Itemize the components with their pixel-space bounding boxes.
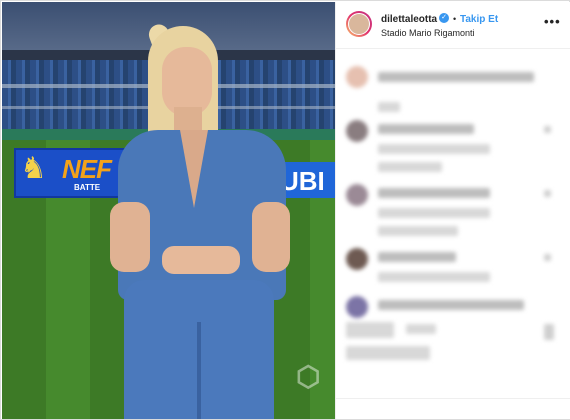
post-header: dilettaleotta ✓ • Takip Et Stadio Mario … — [336, 2, 570, 49]
like-heart-icon[interactable] — [544, 254, 551, 261]
more-options-icon[interactable]: ••• — [544, 14, 561, 29]
sponsor-board-left: ♞ NEF BATTE — [14, 148, 126, 198]
person-arm-right — [252, 202, 290, 272]
comment-avatar — [346, 66, 368, 88]
lion-logo-icon: ♞ — [20, 152, 47, 185]
like-heart-icon[interactable] — [544, 190, 551, 197]
comment-line — [378, 226, 458, 236]
comment-line — [378, 252, 456, 262]
comment-line — [346, 322, 394, 338]
comment-line — [406, 324, 436, 334]
post-photo[interactable]: ♞ NEF BATTE UBI ⬡ — [2, 2, 335, 419]
comment-line — [378, 208, 490, 218]
comment-line — [378, 102, 400, 112]
comment-line — [378, 188, 490, 198]
comment-line — [378, 144, 490, 154]
like-heart-icon[interactable] — [544, 126, 551, 133]
comment-line — [378, 300, 524, 310]
comment-line — [378, 272, 490, 282]
avatar[interactable] — [346, 11, 372, 37]
comment-line — [378, 124, 474, 134]
follow-button[interactable]: Takip Et — [460, 14, 498, 25]
post-side-panel: dilettaleotta ✓ • Takip Et Stadio Mario … — [335, 2, 570, 419]
avatar-image — [348, 13, 370, 35]
sponsor-left-subtext: BATTE — [74, 183, 101, 192]
watermark-icon: ⬡ — [296, 361, 321, 392]
verified-badge-icon: ✓ — [439, 13, 449, 23]
header-separator: • — [453, 14, 457, 24]
comment-avatar — [346, 248, 368, 270]
like-heart-icon[interactable] — [544, 324, 554, 340]
person-neckline — [180, 130, 208, 208]
comment-avatar — [346, 120, 368, 142]
person-arm-left — [110, 202, 150, 272]
comment-avatar — [346, 296, 368, 318]
sponsor-right-text: UBI — [280, 166, 325, 196]
sponsor-left-text: NEF — [62, 154, 112, 184]
comment-line — [378, 72, 534, 82]
comment-line — [378, 162, 442, 172]
instagram-post-embed: ♞ NEF BATTE UBI ⬡ dilettaleotta ✓ • Taki… — [0, 0, 570, 420]
person-jeans-seam — [197, 322, 201, 419]
comment-avatar — [346, 184, 368, 206]
location-link[interactable]: Stadio Mario Rigamonti — [381, 28, 475, 38]
username-link[interactable]: dilettaleotta — [381, 14, 437, 25]
comment-line — [346, 346, 430, 360]
action-divider — [336, 398, 570, 399]
person-hands — [162, 246, 240, 274]
